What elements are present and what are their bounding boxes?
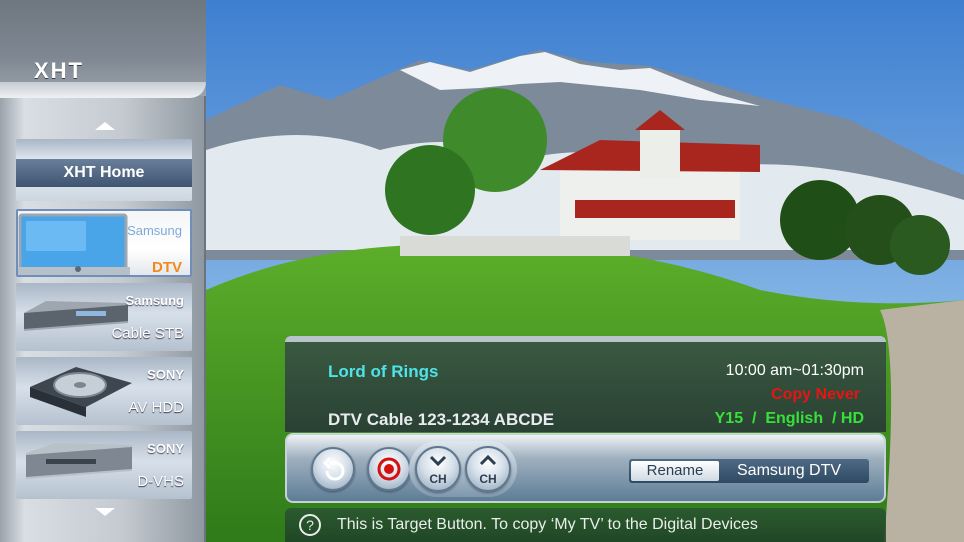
scroll-down-icon[interactable] [95,508,115,516]
vcr-icon [26,443,132,479]
device-brand: Samsung [127,223,182,238]
program-time: 10:00 am~01:30pm [725,362,864,379]
program-title: Lord of Rings [328,362,439,381]
device-name: Samsung DTV [737,462,842,479]
rename-button[interactable]: Rename [631,461,719,481]
home-button[interactable]: XHT Home [16,139,192,201]
device-brand: Samsung [125,293,184,308]
device-brand: SONY [147,441,184,456]
home-label: XHT Home [16,159,192,187]
device-item-dtv[interactable]: Samsung DTV [16,209,192,277]
device-type: Cable STB [111,325,184,342]
device-item-av-hdd[interactable]: SONY AV HDD [16,357,192,425]
control-bar: CH CH Rename Samsung DTV [285,433,886,503]
device-item-d-vhs[interactable]: SONY D-VHS [16,431,192,499]
device-type: AV HDD [128,399,184,416]
sidebar-header [0,0,206,98]
rename-field: Rename Samsung DTV [629,459,869,483]
help-text: This is Target Button. To copy ‘My TV’ t… [337,516,758,533]
program-attributes: Y15 / English / HD [714,410,864,427]
chevron-down-icon [429,455,447,467]
back-arrow-icon [322,456,345,481]
channel-info: DTV Cable 123-1234 ABCDE [328,410,555,429]
device-item-cable-stb[interactable]: Samsung Cable STB [16,283,192,351]
program-info-panel: Lord of Rings DTV Cable 123-1234 ABCDE 1… [285,336,886,432]
channel-up-button[interactable]: CH [465,446,511,492]
help-bar: ? This is Target Button. To copy ‘My TV’… [285,508,886,542]
record-icon [377,457,401,481]
scroll-up-icon[interactable] [95,122,115,130]
hdd-recorder-icon [30,367,132,417]
channel-buttons: CH CH [409,441,517,497]
device-type: DTV [152,259,182,276]
help-icon[interactable]: ? [299,514,321,536]
copy-status: Copy Never [771,386,860,403]
device-brand: SONY [147,367,184,382]
channel-up-label: CH [479,472,497,486]
tv-icon [18,213,130,275]
back-button[interactable] [311,447,355,491]
channel-down-button[interactable]: CH [415,446,461,492]
device-sidebar: XHT XHT Home Samsung DTV Samsung Cable S… [0,0,206,542]
brand-logo: XHT [34,58,84,83]
channel-down-label: CH [429,472,447,486]
chevron-up-icon [479,454,497,466]
record-button[interactable] [367,447,411,491]
device-type: D-VHS [137,473,184,490]
